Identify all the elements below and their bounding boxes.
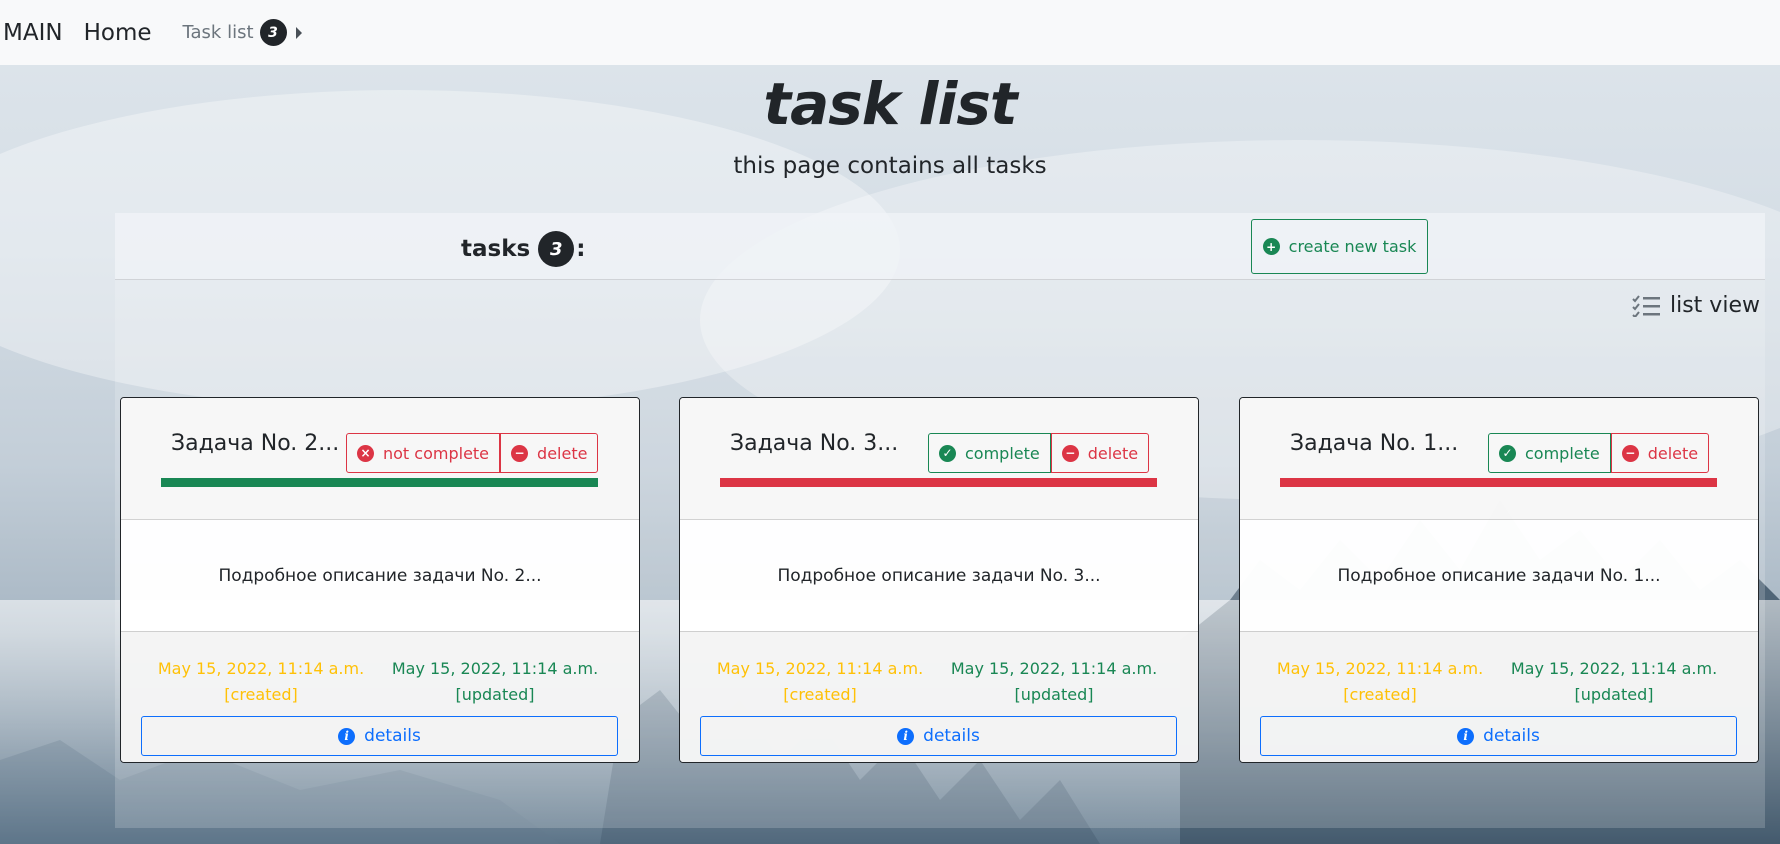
created-date-value: May 15, 2022, 11:14 a.m. — [1276, 659, 1484, 678]
complete-label: complete — [965, 443, 1040, 463]
updated-date-value: May 15, 2022, 11:14 a.m. — [391, 659, 599, 678]
created-date-value: May 15, 2022, 11:14 a.m. — [716, 659, 924, 678]
minus-circle-icon: − — [1061, 444, 1079, 462]
nav-task-list-link[interactable]: Task list 3 — [183, 19, 302, 46]
task-title[interactable]: Задача No. 2... — [171, 431, 339, 456]
page-subtitle: this page contains all tasks — [733, 153, 1047, 179]
list-check-icon — [1632, 294, 1660, 317]
create-task-button[interactable]: + create new task — [1251, 219, 1428, 274]
created-date-value: May 15, 2022, 11:14 a.m. — [157, 659, 365, 678]
task-card: Задача No. 1... ✓ complete − delete Подр… — [1239, 397, 1759, 763]
task-card-header: Задача No. 1... ✓ complete − delete — [1240, 398, 1758, 520]
task-actions: ✓ complete − delete — [928, 433, 1150, 473]
page-title: task list — [763, 70, 1017, 138]
created-date-label: [created] — [783, 685, 857, 704]
info-circle-icon: i — [897, 727, 915, 745]
updated-date-label: [updated] — [455, 685, 535, 704]
info-circle-icon: i — [338, 727, 356, 745]
delete-button[interactable]: − delete — [500, 433, 599, 473]
check-circle-icon: ✓ — [1499, 444, 1516, 462]
nav-home-link[interactable]: Home — [84, 20, 152, 46]
updated-date: May 15, 2022, 11:14 a.m. [updated] — [934, 656, 1174, 708]
complete-label: complete — [1525, 443, 1600, 463]
check-circle-icon: ✓ — [939, 444, 956, 462]
updated-date-label: [updated] — [1574, 685, 1654, 704]
delete-button[interactable]: − delete — [1050, 433, 1150, 473]
delete-label: delete — [1087, 443, 1139, 463]
nav-task-list-label: Task list — [182, 22, 254, 43]
status-bar — [1280, 478, 1717, 487]
task-description: Подробное описание задачи No. 1... — [1240, 520, 1758, 631]
created-date-label: [created] — [1343, 685, 1417, 704]
updated-date-value: May 15, 2022, 11:14 a.m. — [1510, 659, 1718, 678]
brand-link[interactable]: MAIN — [3, 20, 63, 46]
details-button[interactable]: i details — [1260, 716, 1737, 756]
complete-button[interactable]: ✓ complete — [928, 433, 1051, 473]
details-label: details — [923, 726, 980, 746]
task-card: Задача No. 2... × not complete − delete … — [120, 397, 640, 763]
task-card: Задача No. 3... ✓ complete − delete Подр… — [679, 397, 1199, 763]
task-card-footer: May 15, 2022, 11:14 a.m. [created] May 1… — [121, 631, 639, 762]
tasks-panel-header: tasks 3 : + create new task — [115, 213, 1765, 280]
task-title[interactable]: Задача No. 1... — [1290, 431, 1458, 456]
plus-circle-icon: + — [1262, 238, 1280, 255]
task-title[interactable]: Задача No. 3... — [730, 431, 898, 456]
tasks-count-badge: 3 — [538, 231, 575, 267]
task-card-footer: May 15, 2022, 11:14 a.m. [created] May 1… — [680, 631, 1198, 762]
status-bar — [161, 478, 598, 487]
tasks-panel: tasks 3 : + create new task list view За… — [115, 213, 1765, 828]
caret-right-icon[interactable] — [295, 26, 302, 39]
delete-button[interactable]: − delete — [1610, 433, 1710, 473]
details-button[interactable]: i details — [700, 716, 1177, 756]
updated-date-label: [updated] — [1014, 685, 1094, 704]
updated-date: May 15, 2022, 11:14 a.m. [updated] — [375, 656, 615, 708]
task-card-header: Задача No. 2... × not complete − delete — [121, 398, 639, 520]
created-date: May 15, 2022, 11:14 a.m. [created] — [1260, 656, 1500, 708]
status-bar — [720, 478, 1157, 487]
info-circle-icon: i — [1457, 727, 1475, 745]
nav-task-count-badge: 3 — [259, 19, 287, 46]
details-button[interactable]: i details — [141, 716, 618, 756]
created-date: May 15, 2022, 11:14 a.m. [created] — [141, 656, 381, 708]
create-task-label: create new task — [1288, 237, 1417, 256]
minus-circle-icon: − — [511, 444, 529, 462]
task-description: Подробное описание задачи No. 2... — [121, 520, 639, 631]
list-view-toggle[interactable]: list view — [1632, 293, 1760, 318]
task-actions: ✓ complete − delete — [1488, 433, 1710, 473]
delete-label: delete — [537, 443, 588, 463]
created-date: May 15, 2022, 11:14 a.m. [created] — [700, 656, 940, 708]
not-complete-button[interactable]: × not complete — [346, 433, 501, 473]
x-circle-icon: × — [357, 444, 374, 462]
task-actions: × not complete − delete — [346, 433, 599, 473]
complete-button[interactable]: ✓ complete — [1488, 433, 1611, 473]
details-label: details — [364, 726, 421, 746]
minus-circle-icon: − — [1621, 444, 1639, 462]
not-complete-label: not complete — [383, 443, 490, 463]
list-view-label: list view — [1670, 293, 1760, 318]
task-card-header: Задача No. 3... ✓ complete − delete — [680, 398, 1198, 520]
task-description: Подробное описание задачи No. 3... — [680, 520, 1198, 631]
created-date-label: [created] — [224, 685, 298, 704]
tasks-heading-suffix: : — [576, 236, 586, 262]
tasks-heading: tasks 3 : — [461, 231, 585, 267]
details-label: details — [1483, 726, 1540, 746]
updated-date: May 15, 2022, 11:14 a.m. [updated] — [1494, 656, 1734, 708]
tasks-heading-label: tasks — [461, 236, 531, 262]
delete-label: delete — [1647, 443, 1699, 463]
task-card-footer: May 15, 2022, 11:14 a.m. [created] May 1… — [1240, 631, 1758, 762]
navbar: MAIN Home Task list 3 — [0, 0, 1780, 65]
updated-date-value: May 15, 2022, 11:14 a.m. — [950, 659, 1158, 678]
